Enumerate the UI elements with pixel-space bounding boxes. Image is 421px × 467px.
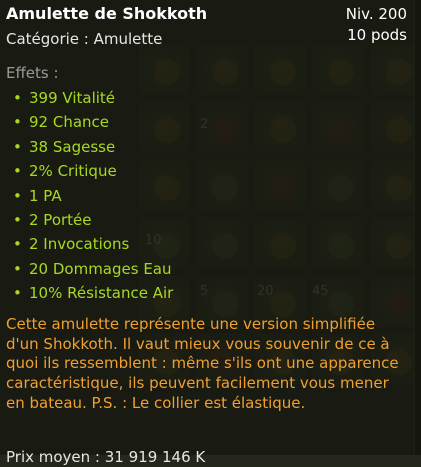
effect-item: • 399 Vitalité: [13, 86, 173, 110]
bullet-icon: •: [13, 284, 22, 303]
bullet-icon: •: [13, 137, 22, 156]
effect-text: 1 PA: [29, 186, 62, 205]
effect-text: 38 Sagesse: [29, 137, 116, 156]
effect-item: • 2 Invocations: [13, 232, 173, 256]
effects-title: Effets :: [6, 64, 59, 82]
effect-item: • 2 Portée: [13, 208, 173, 232]
effect-item: • 1 PA: [13, 184, 173, 208]
effect-item: • 2% Critique: [13, 159, 173, 183]
effect-item: • 92 Chance: [13, 110, 173, 134]
effect-item: • 20 Dommages Eau: [13, 257, 173, 281]
item-weight: 10 pods: [347, 26, 407, 44]
effect-item: • 10% Résistance Air: [13, 281, 173, 305]
effect-item: • 38 Sagesse: [13, 135, 173, 159]
effects-list: • 399 Vitalité • 92 Chance • 38 Sagesse • 2%…: [13, 86, 173, 306]
effect-text: 399 Vitalité: [29, 89, 116, 107]
bullet-icon: •: [13, 186, 22, 205]
effect-text: 92 Chance: [29, 113, 110, 132]
effect-text: 2 Portée: [29, 211, 92, 230]
bullet-icon: •: [13, 211, 22, 230]
item-name: Amulette de Shokkoth: [6, 4, 208, 23]
average-price: Prix moyen : 31 919 146 K: [6, 448, 206, 466]
item-level: Niv. 200: [345, 5, 407, 23]
item-category: Catégorie : Amulette: [6, 30, 163, 48]
tooltip-header: Amulette de Shokkoth Catégorie : Amulett…: [6, 4, 207, 49]
item-description: Cette amulette représente une version si…: [6, 315, 399, 412]
bullet-icon: •: [13, 89, 22, 107]
window-border: [414, 0, 421, 455]
bullet-icon: •: [13, 235, 22, 254]
effect-text: 10% Résistance Air: [29, 284, 174, 303]
bullet-icon: •: [13, 259, 22, 278]
item-tooltip: Amulette de Shokkoth Catégorie : Amulett…: [0, 0, 415, 466]
effect-text: 2 Invocations: [29, 235, 130, 254]
item-meta: Niv. 200 10 pods: [346, 4, 407, 45]
effect-text: 20 Dommages Eau: [29, 259, 172, 278]
bullet-icon: •: [13, 162, 22, 181]
bullet-icon: •: [13, 113, 22, 132]
effect-text: 2% Critique: [29, 162, 117, 181]
